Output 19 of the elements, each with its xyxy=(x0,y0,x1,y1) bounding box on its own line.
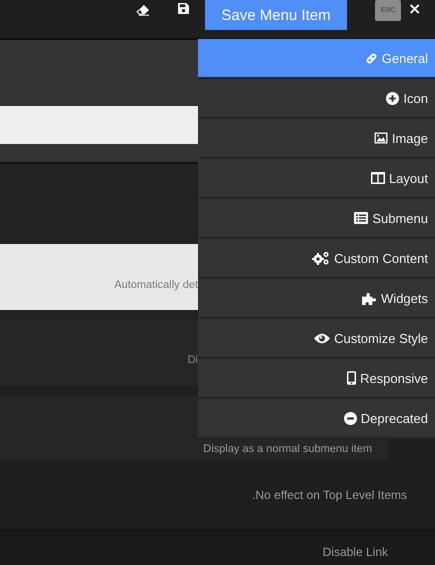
hint-text: Di xyxy=(188,354,198,366)
save-icon[interactable] xyxy=(178,3,189,14)
close-button[interactable]: × xyxy=(404,0,426,18)
list-icon xyxy=(354,212,368,224)
hint-text: Display as a normal submenu item xyxy=(203,443,372,455)
eye-icon xyxy=(314,332,330,344)
input-field[interactable]: Automatically det xyxy=(0,244,198,310)
eraser-icon[interactable] xyxy=(136,4,150,16)
hint-text: .No effect on Top Level Items xyxy=(252,488,407,502)
gears-icon xyxy=(312,251,330,265)
minus-circle-icon xyxy=(344,412,357,424)
columns-icon xyxy=(370,172,385,184)
setting-label: Disable Link xyxy=(322,545,388,559)
phone-icon xyxy=(347,371,356,385)
plus-circle-icon xyxy=(386,92,400,104)
image-icon xyxy=(374,132,388,144)
link-icon xyxy=(364,52,378,64)
hint-text: Automatically det xyxy=(114,279,198,291)
puzzle-icon xyxy=(362,292,378,304)
